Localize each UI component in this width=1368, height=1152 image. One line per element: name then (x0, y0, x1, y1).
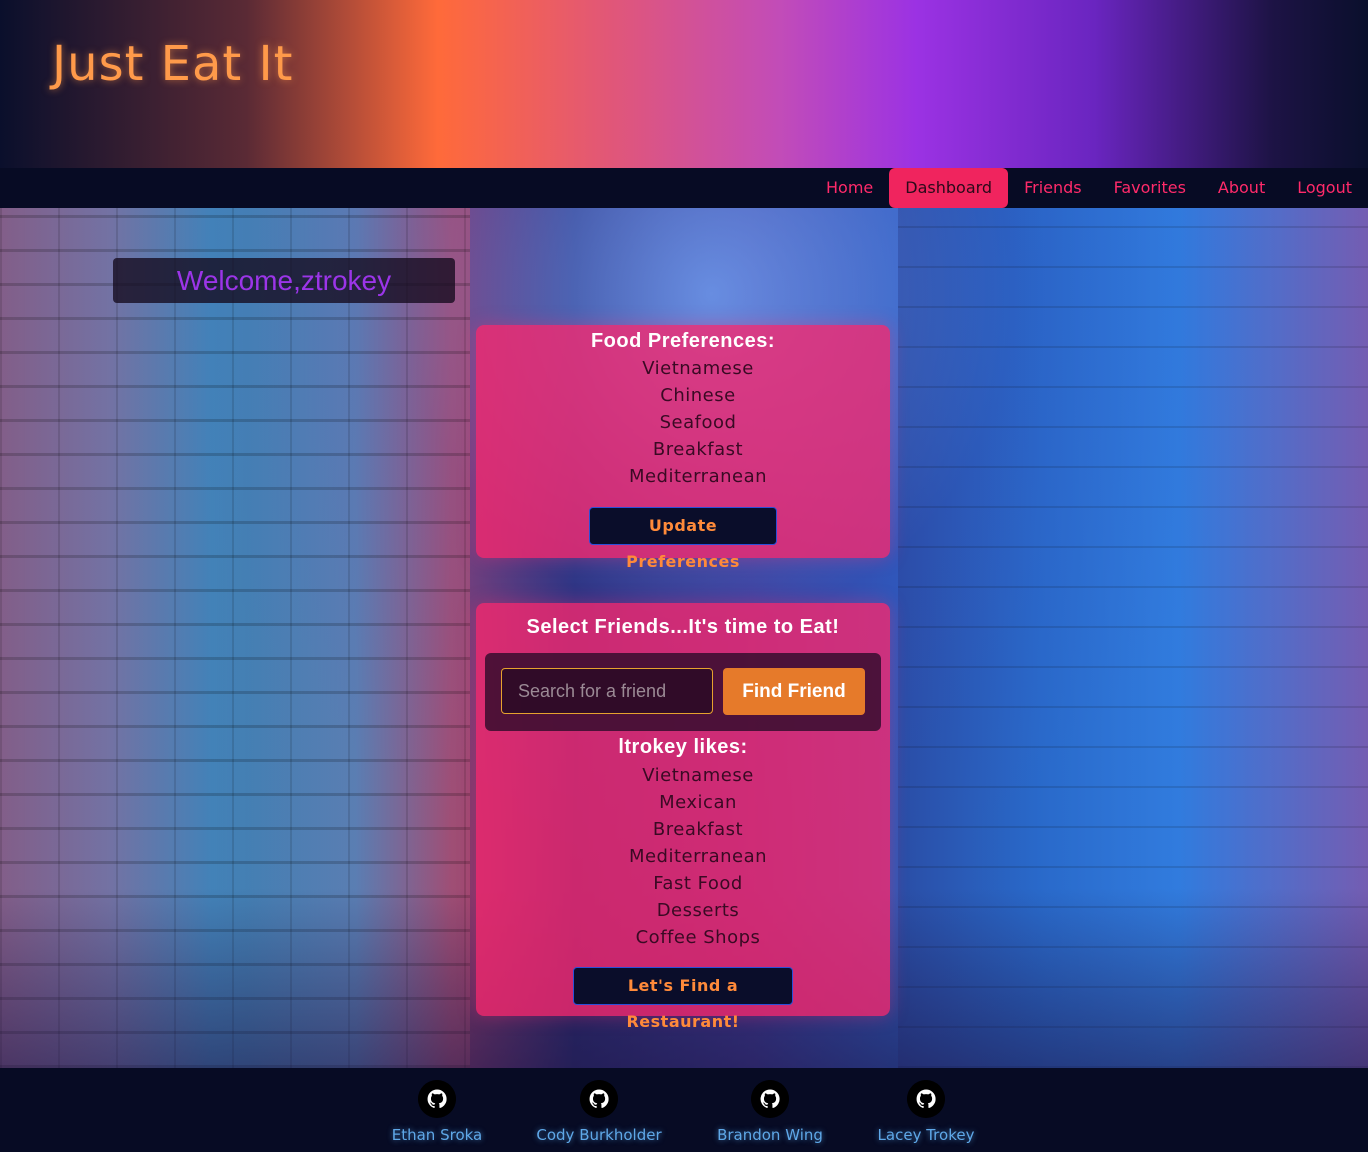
contributor-name: Cody Burkholder (536, 1126, 662, 1144)
friend-search-input[interactable] (501, 668, 713, 714)
nav-item-dashboard[interactable]: Dashboard (889, 168, 1009, 208)
contributor-link-lacey[interactable]: Lacey Trokey (866, 1080, 986, 1144)
friend-likes-list: Vietnamese Mexican Breakfast Mediterrane… (476, 762, 920, 951)
friend-search-panel: Find Friend (485, 653, 881, 731)
preference-item: Vietnamese (642, 358, 754, 379)
nav-item-favorites[interactable]: Favorites (1098, 168, 1202, 208)
welcome-text: Welcome,ztrokey (176, 265, 392, 296)
preference-item: Breakfast (652, 439, 744, 460)
contributor-link-brandon[interactable]: Brandon Wing (710, 1080, 830, 1144)
contributor-name: Brandon Wing (717, 1126, 823, 1144)
contributor-name: Lacey Trokey (877, 1126, 975, 1144)
github-icon (907, 1080, 945, 1118)
find-friend-button[interactable]: Find Friend (723, 668, 865, 715)
preference-item: Mediterranean (628, 466, 768, 487)
site-footer: Ethan Sroka Cody Burkholder Brandon Wing… (0, 1068, 1368, 1152)
find-restaurant-button[interactable]: Let's Find a Restaurant! (573, 967, 793, 1031)
food-preferences-title: Food Preferences: (590, 330, 776, 352)
food-preferences-card: Food Preferences: Vietnamese Chinese Sea… (476, 325, 890, 571)
github-icon (418, 1080, 456, 1118)
nav-item-friends[interactable]: Friends (1008, 168, 1098, 208)
contributor-link-cody[interactable]: Cody Burkholder (529, 1080, 669, 1144)
site-title[interactable]: Just Eat It (52, 36, 293, 92)
friend-like-item: Vietnamese (642, 765, 754, 786)
contributor-link-ethan[interactable]: Ethan Sroka (377, 1080, 497, 1144)
friend-like-item: Desserts (656, 900, 740, 921)
friend-like-item: Breakfast (652, 819, 744, 840)
friend-like-item: Fast Food (653, 873, 743, 894)
github-icon (580, 1080, 618, 1118)
select-friends-card: Select Friends...It's time to Eat! Find … (476, 603, 890, 1031)
nav-items: Home Dashboard Friends Favorites About L… (810, 168, 1368, 208)
select-friends-title: Select Friends...It's time to Eat! (526, 616, 840, 638)
preference-item: Chinese (660, 385, 736, 406)
nav-item-home[interactable]: Home (810, 168, 889, 208)
friend-likes-title: ltrokey likes: (618, 736, 748, 758)
friend-like-item: Mediterranean (628, 846, 768, 867)
site-header: Just Eat It (0, 0, 1368, 168)
friend-like-item: Mexican (659, 792, 737, 813)
contributor-name: Ethan Sroka (391, 1126, 483, 1144)
navbar: Home Dashboard Friends Favorites About L… (0, 168, 1368, 208)
food-preferences-list: Vietnamese Chinese Seafood Breakfast Med… (476, 355, 920, 490)
nav-item-about[interactable]: About (1202, 168, 1281, 208)
github-icon (751, 1080, 789, 1118)
nav-item-logout[interactable]: Logout (1281, 168, 1368, 208)
friend-like-item: Coffee Shops (635, 927, 761, 948)
preference-item: Seafood (659, 412, 737, 433)
update-preferences-button[interactable]: Update Preferences (589, 507, 777, 571)
welcome-box: Welcome,ztrokey (113, 258, 455, 303)
